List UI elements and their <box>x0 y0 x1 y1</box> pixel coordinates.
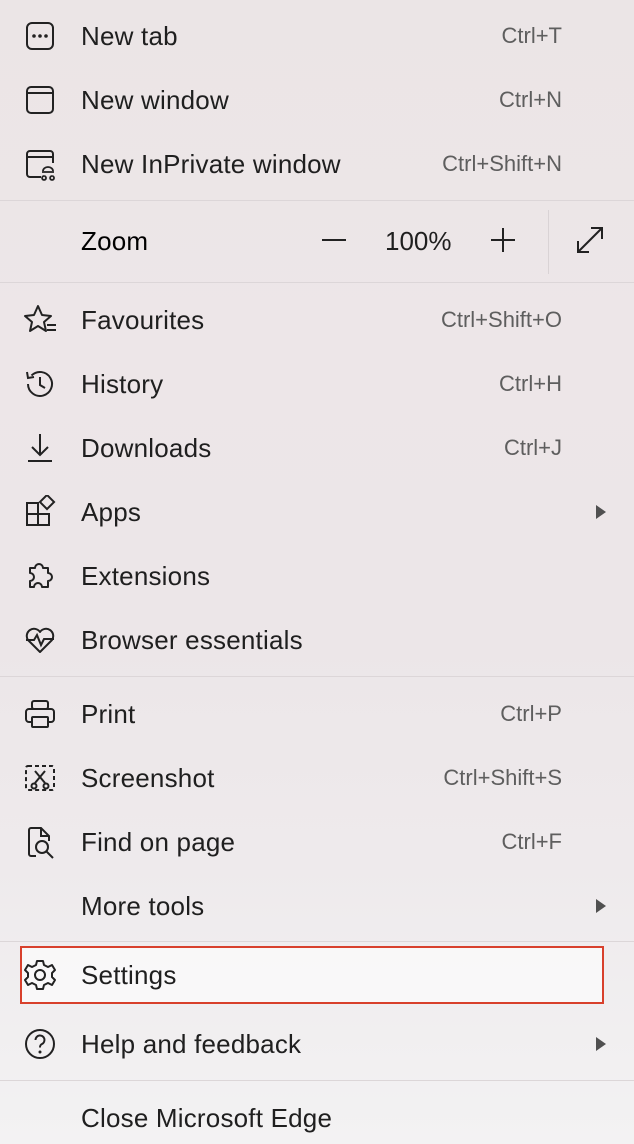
menu-item-label: Apps <box>81 496 142 527</box>
menu-item-label: New tab <box>81 20 178 51</box>
chevron-right-icon <box>596 505 606 519</box>
divider <box>0 282 634 283</box>
menu-item-label: Print <box>81 698 136 729</box>
menu-item-new-window[interactable]: New window Ctrl+N <box>0 70 634 130</box>
menu-item-screenshot[interactable]: Screenshot Ctrl+Shift+S <box>0 748 634 808</box>
shortcut-text: Ctrl+H <box>499 371 562 396</box>
shortcut-text: Ctrl+Shift+O <box>440 307 562 332</box>
printer-icon <box>22 696 58 732</box>
browser-menu: New tab Ctrl+T New window Ctrl+N New InP… <box>0 0 634 1144</box>
help-icon <box>22 1026 58 1062</box>
window-icon <box>22 82 58 118</box>
apps-icon <box>22 494 58 530</box>
zoom-out-button[interactable] <box>314 222 354 262</box>
shortcut-text: Ctrl+F <box>501 829 563 854</box>
menu-item-label: Favourites <box>81 304 205 335</box>
divider <box>0 941 634 942</box>
puzzle-piece-icon <box>22 558 58 594</box>
plus-icon <box>488 225 518 260</box>
menu-item-more-tools[interactable]: More tools <box>0 876 634 936</box>
shortcut-text: Ctrl+Shift+N <box>442 151 562 176</box>
menu-item-label: History <box>81 368 164 399</box>
menu-item-find-on-page[interactable]: Find on page Ctrl+F <box>0 812 634 872</box>
menu-item-print[interactable]: Print Ctrl+P <box>0 684 634 744</box>
menu-item-label: Extensions <box>81 560 211 591</box>
heart-pulse-icon <box>22 622 58 658</box>
menu-item-browser-essentials[interactable]: Browser essentials <box>0 610 634 670</box>
chevron-right-icon <box>596 899 606 913</box>
menu-item-help-and-feedback[interactable]: Help and feedback <box>0 1014 634 1074</box>
shortcut-text: Ctrl+P <box>500 701 562 726</box>
menu-item-close-microsoft-edge[interactable]: Close Microsoft Edge <box>0 1088 634 1144</box>
zoom-row: Zoom 100% <box>0 202 634 282</box>
menu-item-extensions[interactable]: Extensions <box>0 546 634 606</box>
download-icon <box>22 430 58 466</box>
find-on-page-icon <box>22 824 58 860</box>
fullscreen-button[interactable] <box>570 222 610 262</box>
menu-item-label: New InPrivate window <box>81 148 341 179</box>
menu-item-label: New window <box>81 84 229 115</box>
new-tab-icon <box>22 18 58 54</box>
divider <box>0 1080 634 1081</box>
menu-item-label: Help and feedback <box>81 1028 302 1059</box>
shortcut-text: Ctrl+T <box>501 23 563 48</box>
menu-item-favourites[interactable]: Favourites Ctrl+Shift+O <box>0 290 634 350</box>
zoom-level: 100% <box>385 226 452 256</box>
zoom-label: Zoom <box>81 226 149 256</box>
menu-item-history[interactable]: History Ctrl+H <box>0 354 634 414</box>
shortcut-text: Ctrl+J <box>503 435 562 460</box>
menu-item-apps[interactable]: Apps <box>0 482 634 542</box>
shortcut-text: Ctrl+N <box>499 87 562 112</box>
gear-icon <box>22 957 58 993</box>
menu-item-new-inprivate-window[interactable]: New InPrivate window Ctrl+Shift+N <box>0 134 634 194</box>
menu-item-label: Screenshot <box>81 762 215 793</box>
menu-item-label: Close Microsoft Edge <box>81 1102 333 1133</box>
zoom-in-button[interactable] <box>483 222 523 262</box>
inprivate-window-icon <box>22 146 58 182</box>
divider <box>0 676 634 677</box>
menu-item-new-tab[interactable]: New tab Ctrl+T <box>0 6 634 66</box>
fullscreen-icon <box>574 224 606 261</box>
menu-item-label: More tools <box>81 890 205 921</box>
menu-item-settings[interactable]: Settings <box>0 946 634 1004</box>
menu-item-label: Find on page <box>81 826 236 857</box>
history-icon <box>22 366 58 402</box>
shortcut-text: Ctrl+Shift+S <box>443 765 562 790</box>
vertical-divider <box>548 210 549 274</box>
divider <box>0 200 634 201</box>
menu-item-label: Settings <box>81 959 177 990</box>
chevron-right-icon <box>596 1037 606 1051</box>
minus-icon <box>319 225 349 260</box>
menu-item-downloads[interactable]: Downloads Ctrl+J <box>0 418 634 478</box>
menu-item-label: Downloads <box>81 432 212 463</box>
screenshot-icon <box>22 760 58 796</box>
favourites-star-icon <box>22 302 58 338</box>
menu-item-label: Browser essentials <box>81 624 303 655</box>
